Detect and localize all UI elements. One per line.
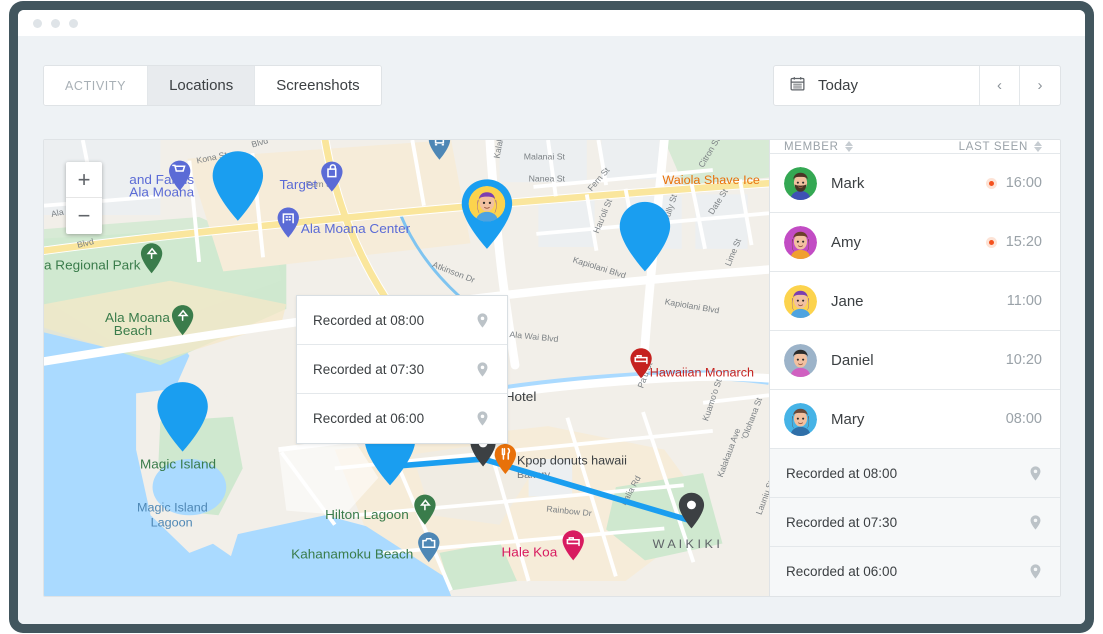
record-row[interactable]: Recorded at 08:00 — [297, 296, 507, 345]
window-minimize-dot[interactable] — [51, 19, 60, 28]
prev-day-button[interactable]: ‹ — [980, 66, 1020, 105]
date-range-control: Today ‹ › — [773, 65, 1061, 106]
avatar — [784, 167, 817, 200]
avatar — [784, 226, 817, 259]
record-row[interactable]: Recorded at 06:00 — [297, 394, 507, 443]
zoom-in-button[interactable]: + — [66, 162, 102, 198]
members-panel: MEMBER LAST SEEN Mark 16:00 — [770, 140, 1060, 596]
app-content: ACTIVITY Locations Screenshots — [18, 36, 1085, 624]
column-header-member[interactable]: MEMBER — [784, 141, 839, 153]
calendar-icon — [789, 75, 806, 96]
map-pin-icon[interactable] — [474, 410, 491, 427]
member-row[interactable]: Daniel 10:20 — [770, 331, 1060, 390]
member-row[interactable]: Mary 08:00 — [770, 390, 1060, 449]
location-map[interactable]: Kona StBlvdMalanai StNanea StCitron StDa… — [44, 140, 770, 596]
member-name: Mary — [831, 411, 864, 428]
tab-activity[interactable]: ACTIVITY — [44, 66, 148, 105]
member-row[interactable]: Amy 15:20 — [770, 213, 1060, 272]
member-name: Daniel — [831, 352, 874, 369]
map-pin-icon[interactable] — [1027, 465, 1044, 482]
sort-updown-icon-member[interactable] — [845, 141, 853, 152]
avatar — [784, 344, 817, 377]
members-list: Mark 16:00 Amy 15:20 Jane — [770, 154, 1060, 449]
record-label: Recorded at 08:00 — [313, 313, 424, 328]
column-header-last-seen[interactable]: LAST SEEN — [959, 141, 1028, 153]
member-row[interactable]: Jane 11:00 — [770, 272, 1060, 331]
record-row[interactable]: Recorded at 07:30 — [770, 498, 1060, 547]
member-row[interactable]: Mark 16:00 — [770, 154, 1060, 213]
member-last-seen: 16:00 — [1006, 175, 1042, 191]
toolbar: ACTIVITY Locations Screenshots — [18, 36, 1085, 110]
record-label: Recorded at 06:00 — [313, 411, 424, 426]
member-last-seen: 10:20 — [1006, 352, 1042, 368]
window-inner: ACTIVITY Locations Screenshots — [18, 10, 1085, 624]
map-pin-icon[interactable] — [1027, 514, 1044, 531]
record-row[interactable]: Recorded at 06:00 — [770, 547, 1060, 596]
map-pin-icon[interactable] — [474, 361, 491, 378]
record-label: Recorded at 06:00 — [786, 564, 897, 579]
records-list: Recorded at 08:00 Recorded at 07:30 Reco… — [770, 449, 1060, 596]
tab-locations[interactable]: Locations — [148, 66, 255, 105]
member-last-seen: 08:00 — [1006, 411, 1042, 427]
zoom-out-button[interactable]: − — [66, 198, 102, 234]
record-row[interactable]: Recorded at 07:30 — [297, 345, 507, 394]
browser-window-frame: ACTIVITY Locations Screenshots — [9, 1, 1094, 633]
sort-updown-icon-lastseen[interactable] — [1034, 141, 1042, 152]
record-label: Recorded at 08:00 — [786, 466, 897, 481]
map-pin-icon[interactable] — [1027, 563, 1044, 580]
recording-indicator-icon — [986, 237, 997, 248]
record-row[interactable]: Recorded at 08:00 — [770, 449, 1060, 498]
tab-screenshots[interactable]: Screenshots — [255, 66, 380, 105]
window-maximize-dot[interactable] — [69, 19, 78, 28]
members-table-header: MEMBER LAST SEEN — [770, 140, 1060, 154]
main-split: Kona StBlvdMalanai StNanea StCitron StDa… — [43, 139, 1061, 597]
avatar — [784, 285, 817, 318]
view-tabs: ACTIVITY Locations Screenshots — [43, 65, 382, 106]
map-zoom-controls: + − — [66, 162, 102, 234]
member-name: Mark — [831, 175, 864, 192]
next-day-button[interactable]: › — [1020, 66, 1060, 105]
map-records-popup: Recorded at 08:00 Recorded at 07:30 Reco… — [296, 295, 508, 444]
record-label: Recorded at 07:30 — [313, 362, 424, 377]
member-name: Jane — [831, 293, 864, 310]
avatar — [784, 403, 817, 436]
date-picker-label: Today — [818, 77, 858, 94]
member-last-seen: 11:00 — [1007, 293, 1042, 309]
map-pin-icon[interactable] — [474, 312, 491, 329]
recording-indicator-icon — [986, 178, 997, 189]
window-titlebar — [18, 10, 1085, 36]
date-picker-button[interactable]: Today — [774, 66, 980, 105]
window-close-dot[interactable] — [33, 19, 42, 28]
member-last-seen: 15:20 — [1006, 234, 1042, 250]
record-label: Recorded at 07:30 — [786, 515, 897, 530]
member-name: Amy — [831, 234, 861, 251]
